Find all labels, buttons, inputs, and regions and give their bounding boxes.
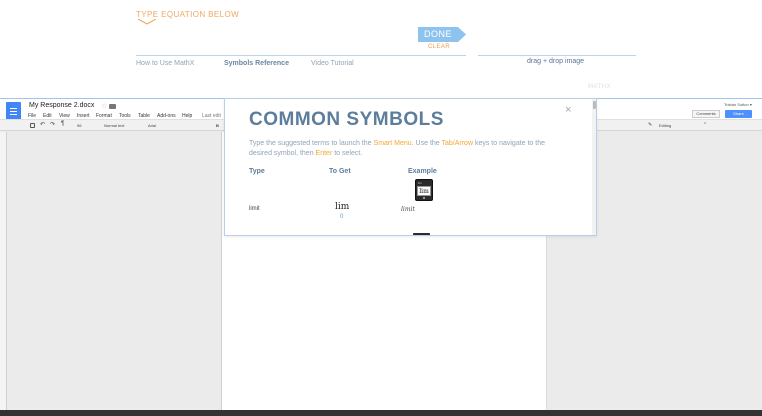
popup-heading: COMMON SYMBOLS — [249, 109, 444, 130]
enter-highlight: Enter — [315, 150, 333, 157]
redo-icon[interactable]: ↷ — [50, 121, 55, 128]
smart-menu-key-icon: lim lim — [415, 179, 433, 201]
row-to-get-subscript: 0 — [340, 214, 344, 220]
font-select[interactable]: Arial — [148, 123, 156, 128]
done-label: DONE — [423, 29, 452, 39]
docs-left-edge — [0, 132, 7, 416]
popup-scrollbar[interactable] — [592, 99, 596, 235]
row-to-get-lim: lim — [335, 202, 350, 212]
taskbar-strip — [0, 410, 762, 416]
zoom-select[interactable]: 96 — [77, 123, 81, 128]
undo-icon[interactable]: ↶ — [40, 121, 45, 128]
mathx-editor: TYPE EQUATION BELOW DONE CLEAR How to Us… — [0, 0, 762, 98]
equation-input-line[interactable] — [136, 55, 466, 56]
folder-icon[interactable] — [109, 104, 116, 109]
tab-arrow-highlight: Tab/Arrow — [441, 140, 474, 147]
column-header-type: Type — [249, 168, 265, 175]
document-title[interactable]: My Response 2.docx — [29, 102, 94, 109]
comments-button[interactable]: Comments — [692, 110, 720, 118]
done-button[interactable]: DONE — [418, 27, 466, 42]
common-symbols-popup: × COMMON SYMBOLS Type the suggested term… — [224, 98, 597, 236]
tab-how-to-use[interactable]: How to Use MathX — [136, 60, 194, 67]
lim-symbol-tile: lim — [417, 186, 431, 196]
row-example-limit: limit — [401, 206, 415, 213]
next-key-icon — [413, 233, 430, 235]
mathx-brand-logo: MATHX — [588, 84, 612, 90]
pencil-icon: ✎ — [648, 122, 653, 128]
smart-menu-highlight: Smart Menu — [373, 140, 412, 147]
column-header-example: Example — [408, 168, 437, 175]
chevron-down-icon — [138, 19, 156, 25]
tab-symbols-reference[interactable]: Symbols Reference — [224, 60, 289, 67]
equation-prompt-label: TYPE EQUATION BELOW — [136, 10, 240, 19]
tab-video-tutorial[interactable]: Video Tutorial — [311, 60, 354, 67]
print-icon[interactable] — [30, 123, 35, 128]
drag-drop-image[interactable]: drag + drop image — [527, 58, 584, 65]
scrollbar-thumb[interactable] — [593, 101, 596, 109]
style-select[interactable]: Normal text — [104, 123, 124, 128]
clear-button[interactable]: CLEAR — [428, 44, 450, 50]
image-drop-line — [478, 55, 636, 56]
close-icon[interactable]: × — [565, 105, 571, 116]
user-account[interactable]: Tristan Sutton ▾ — [724, 102, 752, 107]
popup-instructions: Type the suggested terms to launch the S… — [249, 140, 546, 157]
column-header-to-get: To Get — [329, 168, 351, 175]
editing-mode-select[interactable]: Editing — [659, 123, 671, 128]
share-button[interactable]: Share — [725, 110, 752, 118]
row-type-limit: limit — [249, 206, 260, 212]
bold-button[interactable]: B — [216, 123, 219, 128]
paint-format-icon[interactable]: ¶ — [61, 121, 64, 127]
collapse-icon[interactable]: ⌃ — [703, 122, 707, 128]
star-icon[interactable]: ☆ — [101, 102, 107, 110]
